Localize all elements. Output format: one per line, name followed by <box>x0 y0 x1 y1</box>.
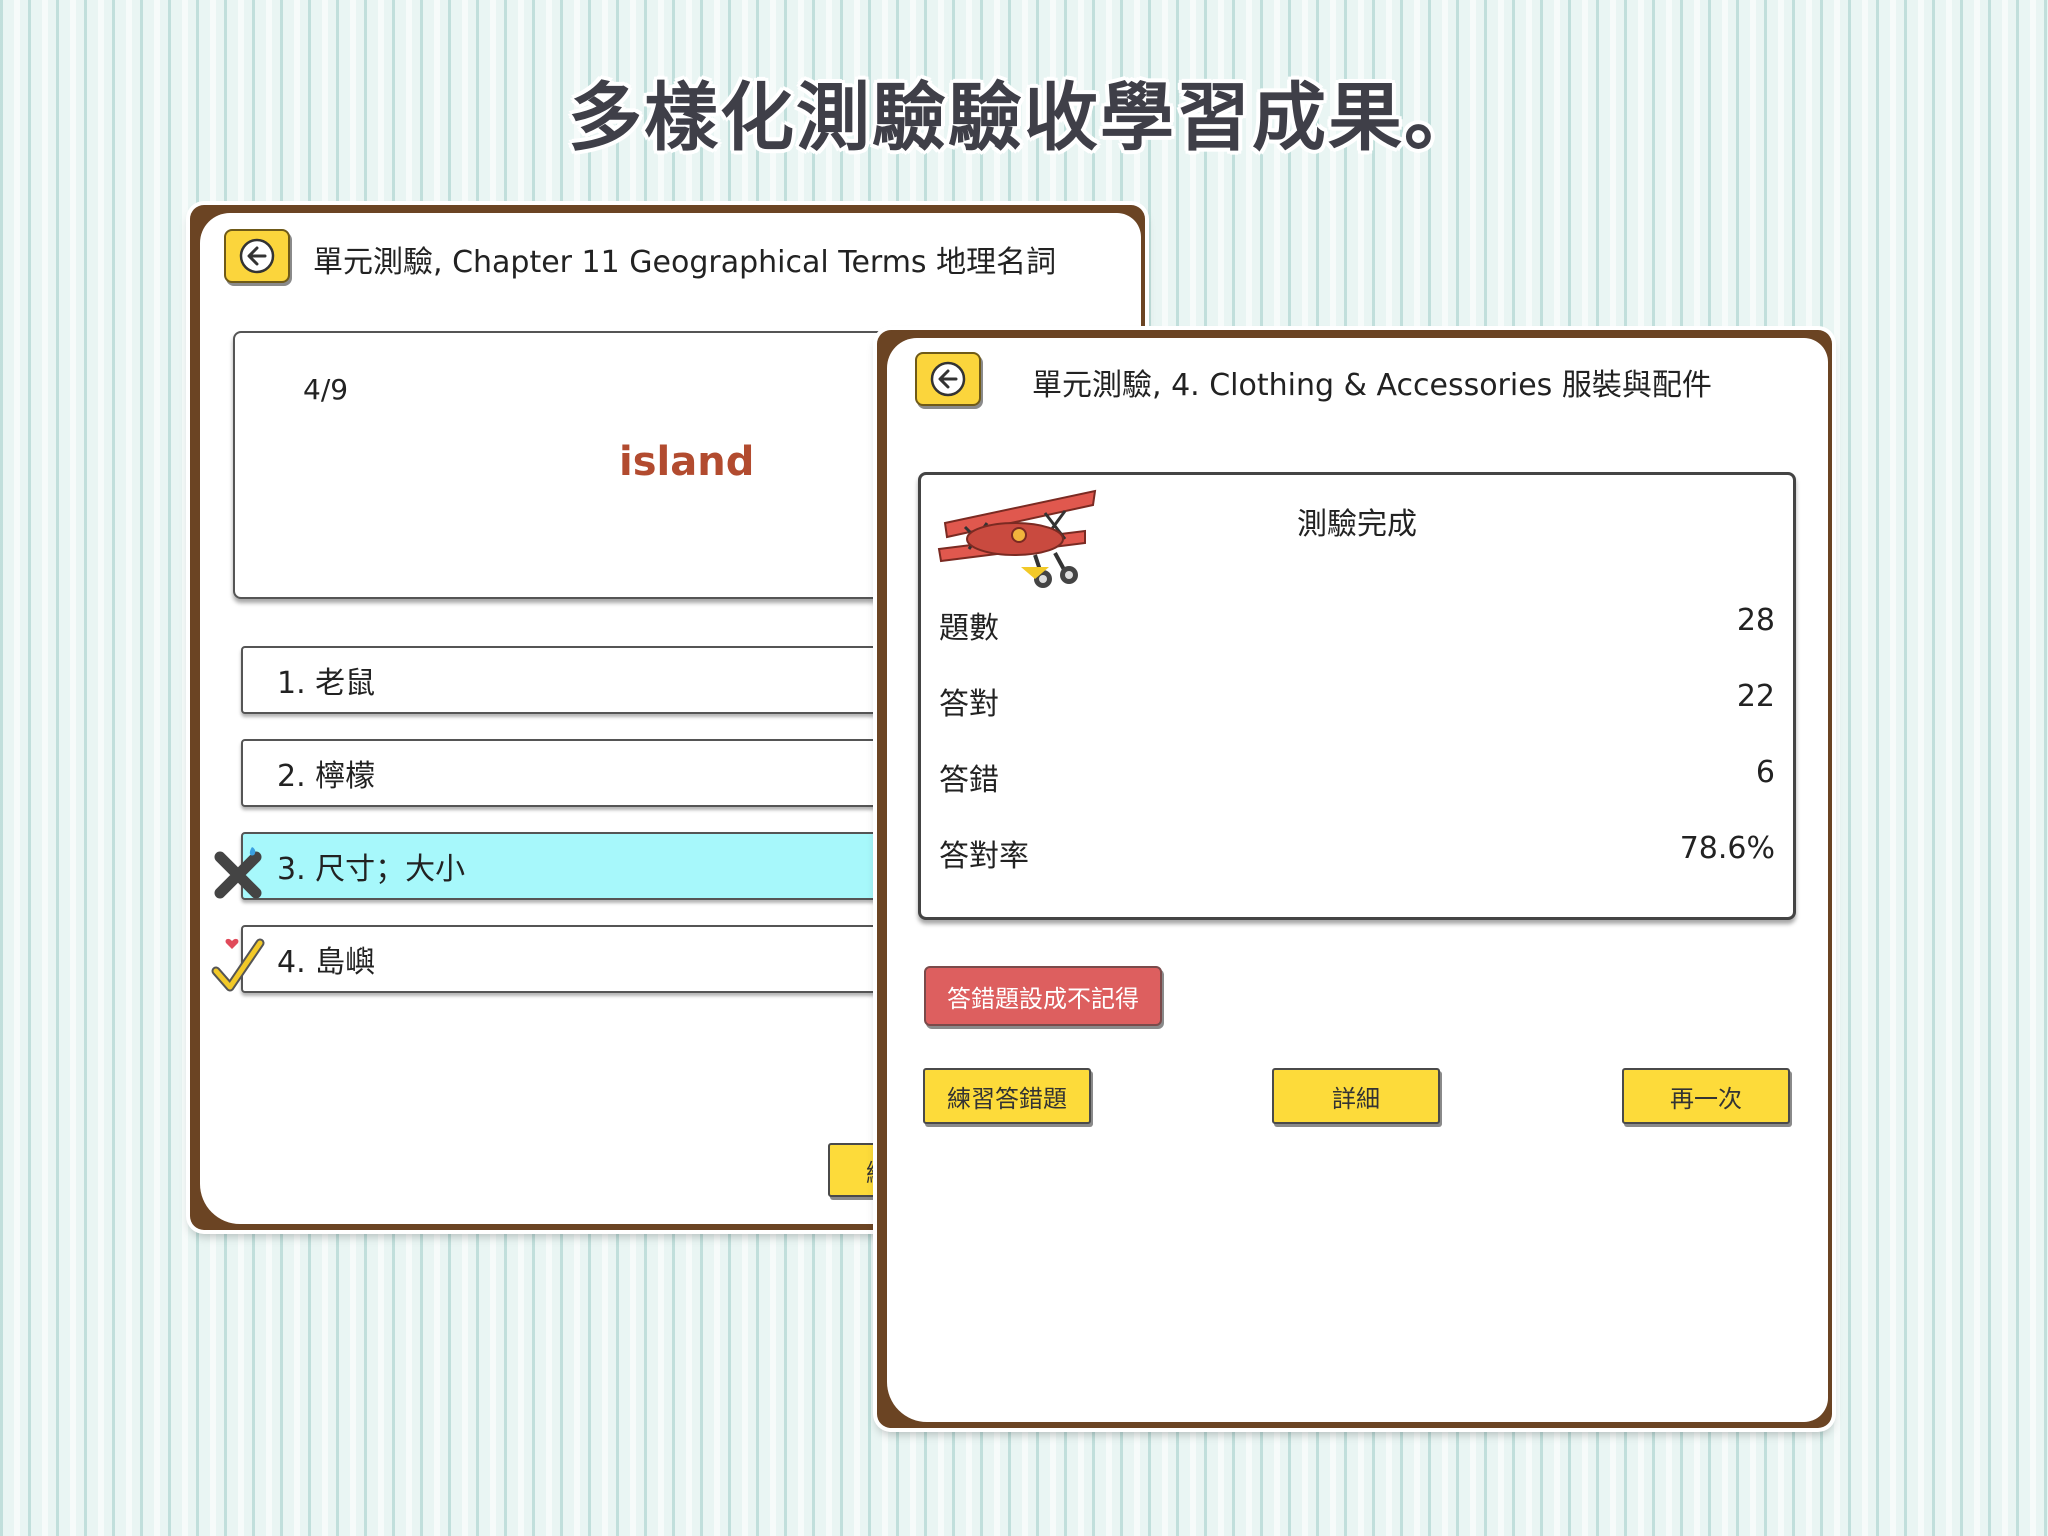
quiz-title: 單元測驗, Chapter 11 Geographical Terms 地理名詞 <box>313 245 1057 280</box>
answer-option-label: 4. 島嶼 <box>277 945 376 980</box>
result-back-button[interactable] <box>915 352 981 406</box>
result-card: 測驗完成 題數 28 答對 22 答錯 6 答對率 78.6% <box>918 472 1796 920</box>
stat-label-correct: 答對 <box>939 687 999 722</box>
stat-value-wrong: 6 <box>1755 755 1775 790</box>
answer-option-label: 3. 尺寸；大小 <box>277 852 466 887</box>
wrong-mark-icon <box>214 847 262 899</box>
stat-value-correct: 22 <box>1736 679 1775 714</box>
quiz-back-button[interactable] <box>224 229 290 283</box>
mark-wrong-unremembered-button[interactable]: 答錯題設成不記得 <box>924 966 1162 1026</box>
practice-wrong-button[interactable]: 練習答錯題 <box>923 1068 1091 1124</box>
result-heading: 測驗完成 <box>1297 507 1417 542</box>
stat-value-rate: 78.6% <box>1679 831 1775 866</box>
result-screen: 單元測驗, 4. Clothing & Accessories 服裝與配件 測驗… <box>877 330 1832 1428</box>
result-title: 單元測驗, 4. Clothing & Accessories 服裝與配件 <box>1032 368 1712 403</box>
result-panel: 單元測驗, 4. Clothing & Accessories 服裝與配件 測驗… <box>887 338 1828 1422</box>
arrow-left-icon <box>930 361 966 397</box>
stat-label-wrong: 答錯 <box>939 763 999 798</box>
arrow-left-icon <box>239 238 275 274</box>
answer-option-label: 1. 老鼠 <box>277 666 376 701</box>
correct-check-icon <box>211 938 265 992</box>
detail-button[interactable]: 詳細 <box>1272 1068 1440 1124</box>
answer-option-label: 2. 檸檬 <box>277 759 376 794</box>
stat-label-rate: 答對率 <box>939 839 1029 874</box>
stat-value-total: 28 <box>1736 603 1775 638</box>
question-progress: 4/9 <box>303 373 349 406</box>
page-headline: 多樣化測驗驗收學習成果。 <box>568 75 1480 161</box>
try-again-button[interactable]: 再一次 <box>1622 1068 1790 1124</box>
stat-label-total: 題數 <box>939 611 999 646</box>
question-word: island <box>619 439 755 485</box>
